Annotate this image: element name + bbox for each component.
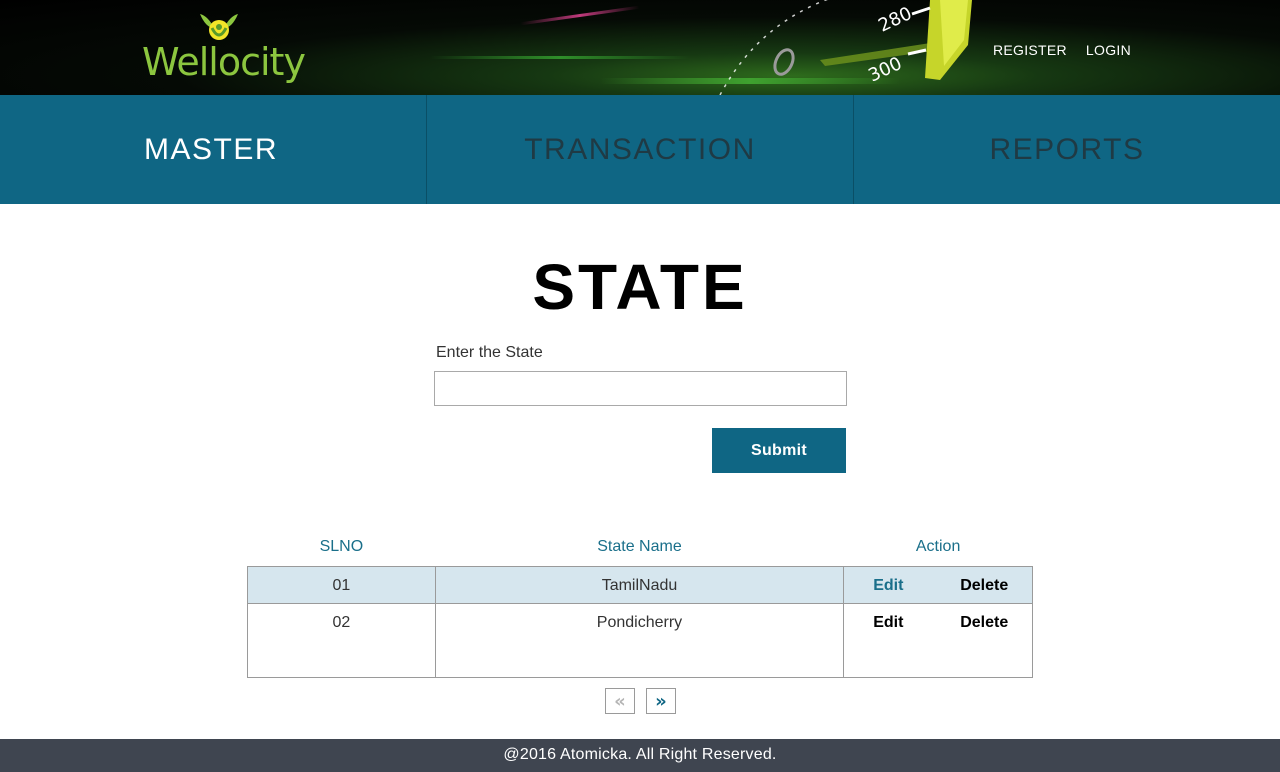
cell-state-name: Pondicherry: [434, 602, 845, 678]
states-table: SLNO State Name Action 01 TamilNadu Edit…: [247, 528, 1033, 678]
table-row[interactable]: 02 Pondicherry Edit Delete: [247, 602, 1033, 678]
double-chevron-right-icon: »: [655, 690, 667, 712]
logo-text: Wellocity: [142, 40, 306, 84]
delete-link[interactable]: Delete: [960, 614, 1008, 632]
speedometer-mark: 280: [875, 3, 915, 37]
submit-button[interactable]: Submit: [712, 428, 846, 473]
copyright-text: @2016 Atomicka. All Right Reserved.: [503, 746, 777, 763]
speedometer-graphic: 280 300: [719, 0, 972, 95]
cell-action: Edit Delete: [843, 602, 1033, 678]
nav-item-label: REPORTS: [989, 132, 1145, 166]
cell-action: Edit Delete: [843, 565, 1033, 604]
table-row[interactable]: 01 TamilNadu Edit Delete: [247, 565, 1033, 604]
cell-state-name: TamilNadu: [434, 565, 845, 604]
header-links: REGISTER LOGIN: [993, 42, 1131, 58]
register-link[interactable]: REGISTER: [993, 42, 1067, 58]
cell-slno: 02: [247, 602, 436, 678]
next-page-button[interactable]: »: [646, 688, 676, 714]
header-light-streak: [520, 5, 640, 26]
column-header-slno[interactable]: SLNO: [248, 528, 436, 566]
column-header-state-name[interactable]: State Name: [435, 528, 843, 566]
column-header-action: Action: [915, 537, 961, 555]
nav-item-label: TRANSACTION: [524, 132, 756, 166]
wellocity-logo[interactable]: Wellocity: [142, 12, 306, 86]
state-field-label: Enter the State: [436, 344, 543, 361]
delete-link[interactable]: Delete: [960, 577, 1008, 595]
nav-item-label: MASTER: [143, 132, 278, 166]
nav-item-master[interactable]: MASTER: [0, 95, 427, 204]
page-title: STATE: [532, 251, 748, 323]
state-input[interactable]: [434, 371, 847, 406]
site-footer: @2016 Atomicka. All Right Reserved.: [0, 739, 1280, 772]
cell-slno: 01: [247, 565, 436, 604]
nav-item-reports[interactable]: REPORTS: [854, 95, 1280, 204]
header-light-streak: [430, 56, 690, 59]
double-chevron-left-icon: «: [614, 690, 626, 712]
edit-link[interactable]: Edit: [873, 614, 903, 632]
nav-item-transaction[interactable]: TRANSACTION: [427, 95, 854, 204]
previous-page-button[interactable]: «: [605, 688, 635, 714]
site-header: Wellocity 280 300 REGISTER LOGIN: [0, 0, 1280, 95]
main-nav: MASTER TRANSACTION REPORTS: [0, 95, 1280, 204]
edit-link[interactable]: Edit: [873, 577, 903, 595]
login-link[interactable]: LOGIN: [1086, 42, 1131, 58]
table-header-row: SLNO State Name Action: [248, 528, 1033, 566]
